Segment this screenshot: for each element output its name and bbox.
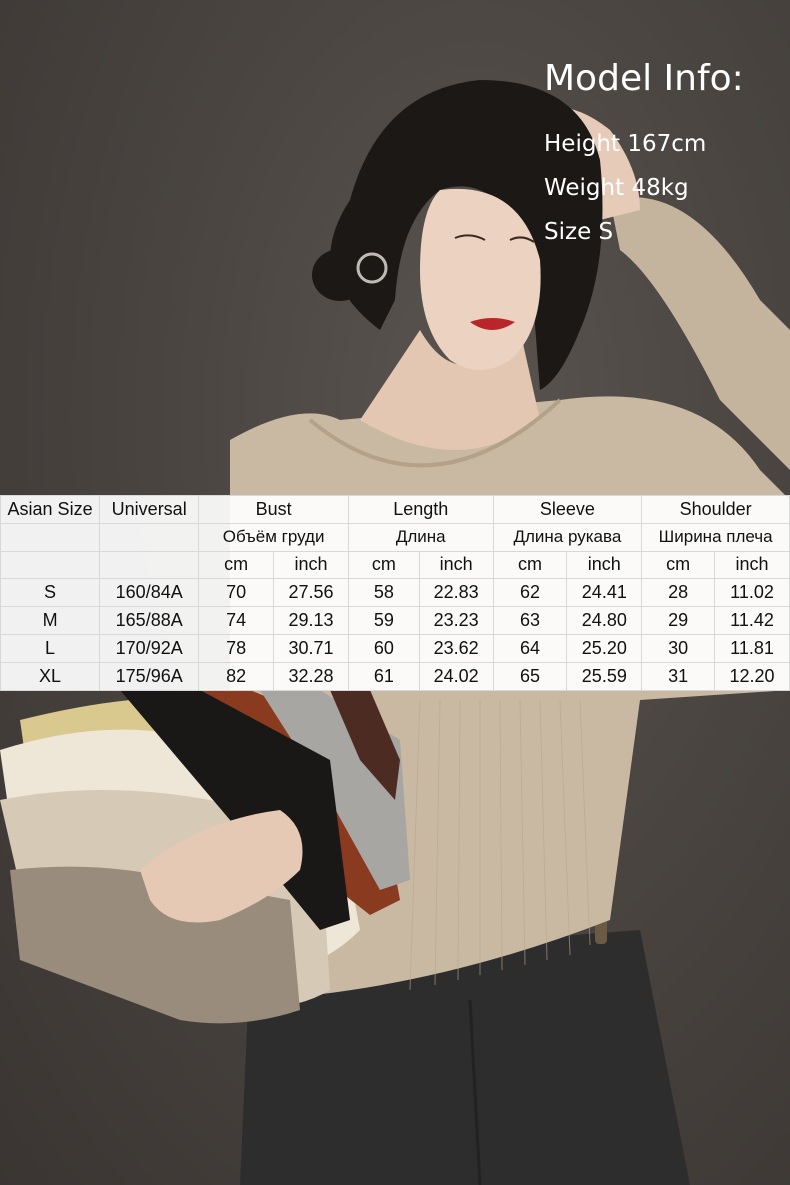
- table-cell: 11.42: [714, 606, 790, 635]
- header-sleeve: Sleeve: [492, 495, 643, 524]
- header-shoulder: Shoulder: [641, 495, 790, 524]
- table-cell: 11.81: [714, 633, 790, 663]
- header-universal: Universal: [99, 495, 200, 524]
- table-cell: 22.83: [418, 578, 494, 608]
- table-cell: 61: [347, 661, 420, 691]
- table-cell: 70: [198, 578, 275, 608]
- empty-cell: [0, 522, 101, 552]
- model-height: Height 167cm: [544, 131, 707, 157]
- model-info-block: Model Info: Height 167cm Weight 48kg Siz…: [544, 58, 744, 254]
- header-asian-size: Asian Size: [0, 495, 101, 524]
- table-cell: 60: [347, 633, 420, 663]
- table-cell: 74: [198, 606, 275, 635]
- empty-cell: [99, 550, 200, 580]
- table-cell: 30.71: [273, 633, 349, 663]
- header-length: Length: [347, 495, 494, 524]
- table-cell: 160/84A: [99, 578, 200, 608]
- size-chart-table: Asian Size Universal Bust Length Sleeve …: [0, 495, 790, 691]
- table-cell: 24.02: [418, 661, 494, 691]
- table-cell: 59: [347, 606, 420, 635]
- table-row: S 160/84A 70 27.56 58 22.83 62 24.41 28 …: [0, 578, 790, 608]
- table-cell: 82: [198, 661, 275, 691]
- table-cell: 32.28: [273, 661, 349, 691]
- table-cell: 23.62: [418, 633, 494, 663]
- empty-cell: [0, 550, 101, 580]
- header-shoulder-ru: Ширина плеча: [641, 522, 790, 552]
- units-row: cm inch cm inch cm inch cm inch: [0, 550, 790, 580]
- unit-cell: cm: [198, 550, 275, 580]
- table-cell: 65: [492, 661, 568, 691]
- table-cell: 62: [492, 578, 568, 608]
- table-cell: 25.20: [566, 633, 643, 663]
- table-cell: XL: [0, 661, 101, 691]
- table-row: XL 175/96A 82 32.28 61 24.02 65 25.59 31…: [0, 661, 790, 691]
- unit-cell: inch: [418, 550, 494, 580]
- table-cell: M: [0, 606, 101, 635]
- table-cell: 170/92A: [99, 633, 200, 663]
- model-weight: Weight 48kg: [544, 175, 689, 201]
- table-cell: S: [0, 578, 101, 608]
- model-info-title: Model Info:: [544, 58, 744, 99]
- table-cell: 12.20: [714, 661, 790, 691]
- table-cell: 29: [641, 606, 716, 635]
- table-cell: 24.80: [566, 606, 643, 635]
- table-cell: L: [0, 633, 101, 663]
- unit-cell: cm: [347, 550, 420, 580]
- table-cell: 175/96A: [99, 661, 200, 691]
- table-cell: 27.56: [273, 578, 349, 608]
- table-cell: 23.23: [418, 606, 494, 635]
- empty-cell: [99, 522, 200, 552]
- unit-cell: inch: [273, 550, 349, 580]
- header-length-ru: Длина: [347, 522, 494, 552]
- model-size: Size S: [544, 219, 614, 245]
- header-bust-ru: Объём груди: [198, 522, 349, 552]
- table-cell: 30: [641, 633, 716, 663]
- table-row: L 170/92A 78 30.71 60 23.62 64 25.20 30 …: [0, 633, 790, 663]
- table-cell: 165/88A: [99, 606, 200, 635]
- table-cell: 11.02: [714, 578, 790, 608]
- table-cell: 25.59: [566, 661, 643, 691]
- unit-cell: cm: [641, 550, 716, 580]
- table-cell: 58: [347, 578, 420, 608]
- table-cell: 63: [492, 606, 568, 635]
- header-ru-row: Объём груди Длина Длина рукава Ширина пл…: [0, 522, 790, 552]
- header-row: Asian Size Universal Bust Length Sleeve …: [0, 495, 790, 524]
- table-cell: 28: [641, 578, 716, 608]
- table-cell: 24.41: [566, 578, 643, 608]
- table-cell: 64: [492, 633, 568, 663]
- table-cell: 29.13: [273, 606, 349, 635]
- table-cell: 31: [641, 661, 716, 691]
- table-row: M 165/88A 74 29.13 59 23.23 63 24.80 29 …: [0, 606, 790, 635]
- header-sleeve-ru: Длина рукава: [492, 522, 643, 552]
- unit-cell: inch: [714, 550, 790, 580]
- unit-cell: cm: [492, 550, 568, 580]
- unit-cell: inch: [566, 550, 643, 580]
- header-bust: Bust: [198, 495, 349, 524]
- table-cell: 78: [198, 633, 275, 663]
